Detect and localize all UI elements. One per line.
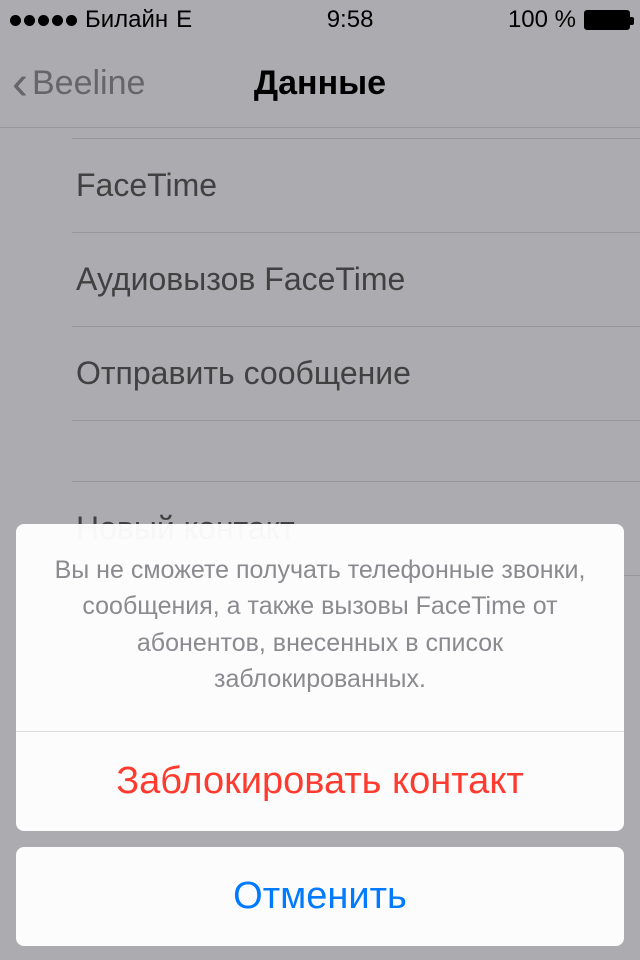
list-item-facetime[interactable]: FaceTime — [72, 138, 640, 233]
list-item-send-message[interactable]: Отправить сообщение — [72, 327, 640, 421]
back-label: Beeline — [32, 64, 145, 103]
battery-percentage: 100 % — [508, 6, 576, 34]
chevron-left-icon: ‹ — [12, 60, 28, 108]
back-button[interactable]: ‹ Beeline — [0, 60, 145, 108]
battery-icon — [584, 10, 630, 30]
nav-bar: ‹ Beeline Данные — [0, 40, 640, 128]
screen: Билайн E 9:58 100 % ‹ Beeline Данные Fac… — [0, 0, 640, 960]
status-left: Билайн E — [10, 6, 192, 34]
carrier-label: Билайн — [85, 6, 168, 34]
content-list: FaceTime Аудиовызов FaceTime Отправить с… — [0, 128, 640, 576]
block-contact-button[interactable]: Заблокировать контакт — [16, 732, 624, 831]
cancel-button[interactable]: Отменить — [16, 847, 624, 946]
action-sheet-message: Вы не сможете получать телефонные звонки… — [16, 524, 624, 732]
action-sheet-cancel-group: Отменить — [16, 847, 624, 946]
status-right: 100 % — [508, 6, 630, 34]
status-bar: Билайн E 9:58 100 % — [0, 0, 640, 40]
section-separator — [0, 421, 640, 481]
action-sheet: Вы не сможете получать телефонные звонки… — [16, 524, 624, 946]
list-item-facetime-audio[interactable]: Аудиовызов FaceTime — [72, 233, 640, 327]
signal-strength-icon — [10, 15, 77, 26]
network-type-label: E — [176, 6, 192, 34]
action-sheet-main: Вы не сможете получать телефонные звонки… — [16, 524, 624, 831]
status-time: 9:58 — [327, 6, 374, 34]
